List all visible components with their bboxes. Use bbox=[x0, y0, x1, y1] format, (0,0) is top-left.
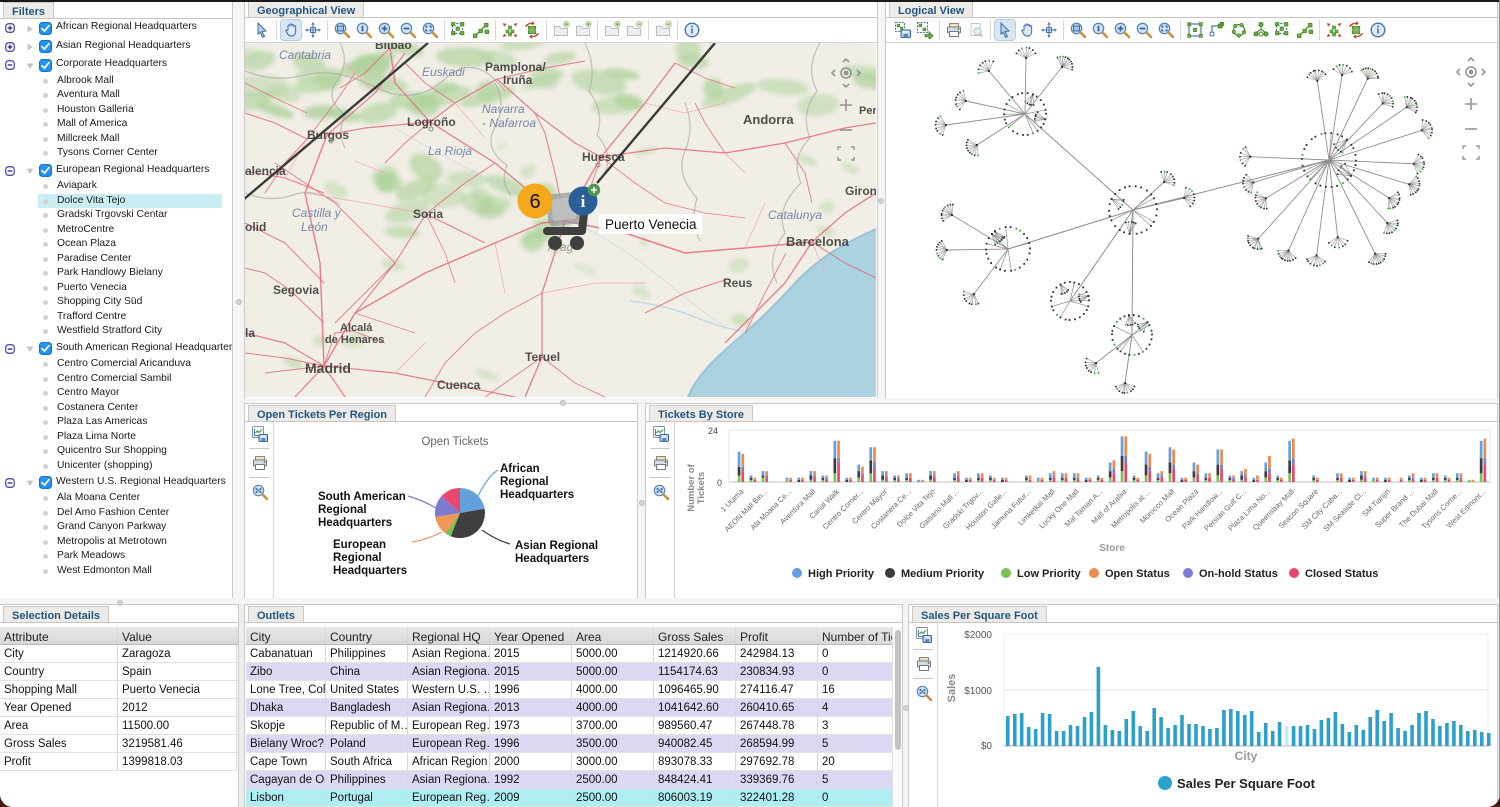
svg-text:La Rioja: La Rioja bbox=[428, 144, 472, 158]
svg-text:Cuenca: Cuenca bbox=[437, 378, 481, 392]
svg-text:On-hold Status: On-hold Status bbox=[1199, 568, 1278, 580]
svg-text:Asian Regional: Asian Regional bbox=[515, 540, 598, 552]
svg-text:Tickets: Tickets bbox=[696, 472, 707, 505]
svg-text:Headquarters: Headquarters bbox=[500, 489, 574, 501]
svg-text:Castilla y: Castilla y bbox=[292, 206, 342, 220]
svg-text:South American: South American bbox=[318, 491, 406, 503]
svg-text:Andorra: Andorra bbox=[743, 112, 794, 127]
svg-text:Headquarters: Headquarters bbox=[515, 553, 589, 565]
svg-text:$2000: $2000 bbox=[964, 630, 992, 641]
svg-text:Open Status: Open Status bbox=[1105, 568, 1170, 580]
svg-text:Alcalá: Alcalá bbox=[340, 322, 373, 334]
svg-text:la: la bbox=[245, 326, 255, 340]
svg-text:City: City bbox=[1235, 749, 1258, 763]
svg-text:Iruña: Iruña bbox=[503, 73, 533, 87]
svg-text:Catalunya: Catalunya bbox=[768, 208, 822, 222]
svg-text:Queensbay Mall: Queensbay Mall bbox=[1251, 487, 1296, 532]
svg-text:Navarra: Navarra bbox=[482, 102, 525, 116]
svg-text:Puerto Venecia: Puerto Venecia bbox=[605, 217, 697, 232]
svg-text:Madrid: Madrid bbox=[305, 360, 351, 376]
svg-text:Huesca: Huesca bbox=[582, 150, 625, 164]
svg-text:Segovia: Segovia bbox=[273, 283, 319, 297]
svg-text:alencia: alencia bbox=[245, 164, 286, 178]
svg-text:African: African bbox=[500, 463, 540, 475]
svg-text:León: León bbox=[301, 220, 328, 234]
svg-text:Teruel: Teruel bbox=[525, 350, 560, 364]
svg-text:$1000: $1000 bbox=[964, 686, 992, 697]
svg-text:Bilbao: Bilbao bbox=[375, 43, 412, 52]
svg-text:Sales: Sales bbox=[946, 674, 958, 703]
svg-text:olid: olid bbox=[245, 220, 266, 234]
svg-text:Regional: Regional bbox=[333, 552, 382, 564]
svg-text:Reus: Reus bbox=[723, 276, 753, 290]
svg-text:High Priority: High Priority bbox=[808, 568, 875, 580]
svg-text:Sales Per Square Foot: Sales Per Square Foot bbox=[1177, 776, 1316, 791]
svg-text:24: 24 bbox=[708, 426, 718, 436]
svg-text:0: 0 bbox=[717, 478, 722, 488]
svg-text:Burgos: Burgos bbox=[307, 128, 349, 142]
svg-text:Medium Priority: Medium Priority bbox=[901, 568, 985, 580]
svg-text:Persian Gulf C...: Persian Gulf C... bbox=[1202, 487, 1248, 533]
svg-text:- Nafarroa: - Nafarroa bbox=[482, 116, 536, 130]
svg-text:Low Priority: Low Priority bbox=[1017, 568, 1081, 580]
svg-text:Euskadi: Euskadi bbox=[422, 65, 465, 79]
svg-text:Regional: Regional bbox=[318, 504, 367, 516]
svg-text:Open Tickets: Open Tickets bbox=[421, 436, 488, 448]
svg-text:Store: Store bbox=[1099, 543, 1125, 554]
svg-text:Headquarters: Headquarters bbox=[333, 565, 407, 577]
svg-text:Barcelona: Barcelona bbox=[786, 234, 850, 249]
svg-text:Perpig: Perpig bbox=[859, 105, 876, 117]
svg-text:Regional: Regional bbox=[500, 476, 549, 488]
svg-text:Soria: Soria bbox=[413, 207, 443, 221]
svg-text:Cantabria: Cantabria bbox=[279, 48, 331, 62]
svg-text:Girona: Girona bbox=[845, 184, 876, 198]
svg-text:6: 6 bbox=[529, 191, 540, 213]
svg-text:Closed Status: Closed Status bbox=[1305, 568, 1378, 580]
svg-text:de Henares: de Henares bbox=[325, 334, 384, 346]
svg-text:i: i bbox=[581, 192, 586, 211]
svg-text:European: European bbox=[333, 539, 386, 551]
svg-text:Headquarters: Headquarters bbox=[318, 517, 392, 529]
svg-text:$0: $0 bbox=[981, 741, 993, 752]
svg-text:Plaza Lima No...: Plaza Lima No... bbox=[1226, 487, 1272, 533]
svg-text:SM Seaside Cl...: SM Seaside Cl... bbox=[1321, 487, 1367, 533]
svg-text:Pamplona/: Pamplona/ bbox=[485, 60, 546, 74]
